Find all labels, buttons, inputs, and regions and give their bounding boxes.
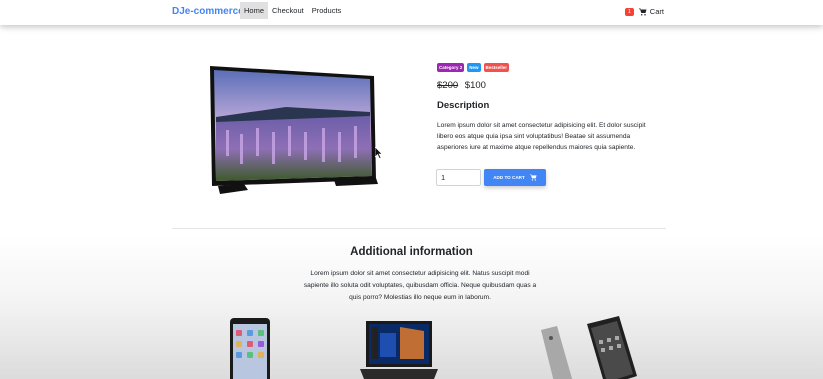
bestseller-badge: Bestseller [483,63,510,72]
add-to-cart-label: ADD TO CART [493,175,525,180]
product-image-tv [210,66,378,194]
old-price: $200 [437,80,459,91]
additional-info-text: Lorem ipsum dolor sit amet consectetur a… [303,270,537,301]
cart-link[interactable]: 1 Cart [625,7,664,16]
related-product-phone-image[interactable] [228,316,272,379]
cart-count-badge: 1 [625,7,634,16]
nav-links: Home Checkout Products [240,2,345,19]
cart-label: Cart [649,7,664,16]
category-badge[interactable]: Category 2 [437,63,465,72]
shopping-cart-icon [529,174,537,181]
description-text: Lorem ipsum dolor sit amet consectetur a… [437,122,646,151]
section-divider [172,228,666,229]
shopping-cart-icon [638,8,647,15]
product-badges: Category 2 New Bestseller [437,63,510,72]
mouse-cursor-icon [375,147,383,159]
price-block: $200 $100 [437,80,486,91]
nav-link-checkout[interactable]: Checkout [268,2,308,19]
additional-info-title: Additional information [350,246,473,258]
current-price: $100 [464,80,486,91]
nav-link-home[interactable]: Home [240,2,269,19]
quantity-input[interactable] [436,169,481,186]
related-product-laptop-image[interactable] [360,319,438,379]
add-to-cart-button[interactable]: ADD TO CART [484,169,546,186]
description-title: Description [437,100,490,111]
brand-logo[interactable]: DJe-commerce [172,6,244,17]
related-product-phones-image[interactable] [539,316,639,379]
new-badge: New [467,63,481,72]
nav-link-products[interactable]: Products [308,2,346,19]
navbar: DJe-commerce Home Checkout Products 1 Ca… [0,0,823,25]
